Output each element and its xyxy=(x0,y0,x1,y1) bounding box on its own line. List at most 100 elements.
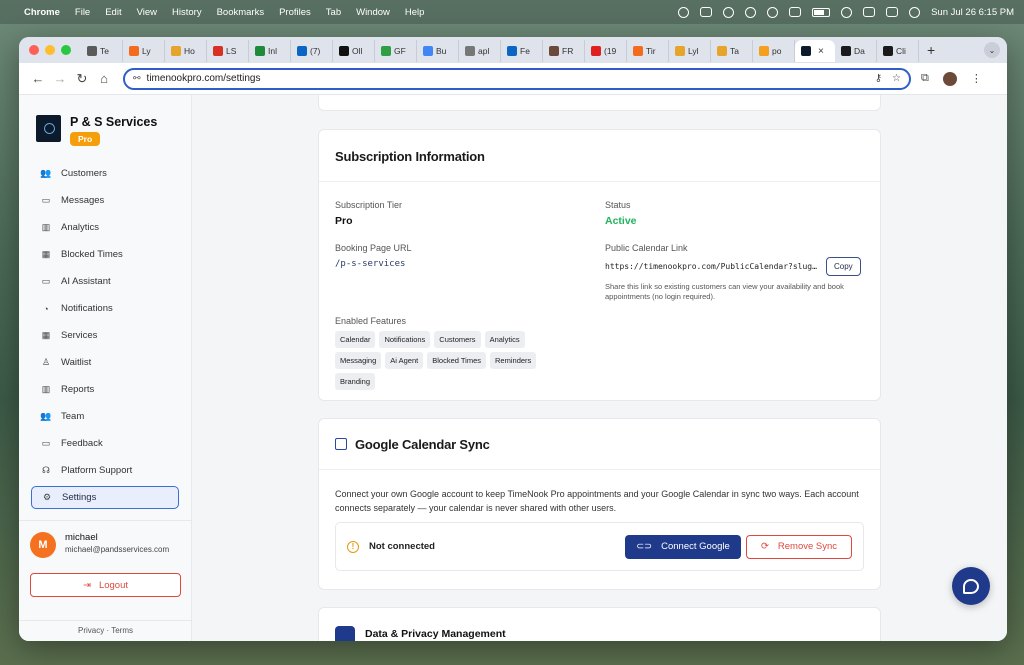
remove-sync-button[interactable]: ⟳ Remove Sync xyxy=(746,534,852,559)
reload-icon[interactable]: ↻ xyxy=(71,71,93,87)
browser-tab[interactable]: apl xyxy=(459,40,501,62)
dropbox-icon[interactable] xyxy=(700,7,713,17)
status-icon[interactable] xyxy=(678,6,690,18)
airplay-icon[interactable] xyxy=(767,6,779,18)
google-calendar-description: Connect your own Google account to keep … xyxy=(335,489,859,513)
tab-label: po xyxy=(772,46,782,56)
browser-tab[interactable]: po xyxy=(753,40,795,62)
browser-tab[interactable]: Fe xyxy=(501,40,543,62)
status-badge: Active xyxy=(605,215,637,227)
browser-tab[interactable]: FR xyxy=(543,40,585,62)
chat-bubble-icon: ▭ xyxy=(41,276,51,286)
sidebar-item-label: Analytics xyxy=(61,222,100,233)
browser-tab[interactable]: Da xyxy=(835,40,877,62)
site-info-icon[interactable]: ⚯ xyxy=(133,73,141,84)
password-key-icon[interactable]: ⚷ xyxy=(875,73,882,84)
sidebar-item-reports[interactable]: ▥ Reports xyxy=(31,376,179,403)
active-browser-tab[interactable]: × xyxy=(795,40,835,62)
home-icon[interactable]: ⌂ xyxy=(93,71,115,86)
sidebar-item-services[interactable]: ▦ Services xyxy=(31,322,179,349)
extensions-icon[interactable]: ⧉ xyxy=(921,72,929,85)
user-plus-icon: ♙ xyxy=(41,357,51,367)
browser-tab[interactable]: GF xyxy=(375,40,417,62)
tab-search-icon[interactable]: ⌄ xyxy=(984,42,1000,58)
browser-tab[interactable]: Cli xyxy=(877,40,919,62)
cloud-icon[interactable] xyxy=(723,6,735,18)
menu-tab[interactable]: Tab xyxy=(326,7,341,18)
close-tab-icon[interactable]: × xyxy=(818,46,824,57)
chat-support-button[interactable] xyxy=(952,567,990,605)
browser-tab[interactable]: Ho xyxy=(165,40,207,62)
battery-icon[interactable] xyxy=(812,7,831,17)
public-calendar-link: Public Calendar Link https://timenookpro… xyxy=(605,243,865,302)
sidebar-item-settings[interactable]: ⚙ Settings xyxy=(31,486,179,509)
browser-menu-icon[interactable]: ⋮ xyxy=(971,72,982,85)
booking-url-value[interactable]: /p-s-services xyxy=(335,259,412,269)
sidebar-item-waitlist[interactable]: ♙ Waitlist xyxy=(31,349,179,376)
bookmark-star-icon[interactable]: ☆ xyxy=(892,73,901,84)
profile-avatar[interactable] xyxy=(942,71,957,86)
sidebar-item-platform-support[interactable]: ☊ Platform Support xyxy=(31,457,179,484)
calendar-link-value[interactable]: https://timenookpro.com/PublicCalendar?s… xyxy=(605,262,821,271)
menu-app-name[interactable]: Chrome xyxy=(24,7,60,18)
enabled-features: Enabled Features Calendar Notifications Cu… xyxy=(335,316,565,390)
forward-icon[interactable]: → xyxy=(49,71,71,86)
tab-favicon-icon xyxy=(213,46,223,56)
back-icon[interactable]: ← xyxy=(27,71,49,86)
sidebar-item-messages[interactable]: ▭ Messages xyxy=(31,187,179,214)
sidebar-item-notifications[interactable]: ◔ Notifications xyxy=(31,295,179,322)
browser-tab[interactable]: (7) xyxy=(291,40,333,62)
browser-tab[interactable]: Oll xyxy=(333,40,375,62)
siri-icon[interactable] xyxy=(909,6,921,18)
control-center-icon[interactable] xyxy=(886,7,899,17)
feature-chip: Ai Agent xyxy=(385,352,424,369)
tab-label: FR xyxy=(562,46,574,56)
logout-icon: ⇥ xyxy=(82,579,91,591)
browser-tab[interactable]: Te xyxy=(81,40,123,62)
sidebar-item-label: AI Assistant xyxy=(61,276,111,287)
tab-favicon-icon xyxy=(717,46,727,56)
copy-button[interactable]: Copy xyxy=(826,257,861,276)
menu-history[interactable]: History xyxy=(172,7,202,18)
url-text[interactable]: timenookpro.com/settings xyxy=(147,73,261,84)
new-tab-button[interactable]: + xyxy=(927,42,935,58)
brand-header: P & S Services Pro xyxy=(19,95,191,160)
address-bar[interactable]: ⚯ timenookpro.com/settings ⚷ ☆ xyxy=(123,67,911,90)
browser-tab[interactable]: Ly xyxy=(123,40,165,62)
minimize-window-button[interactable] xyxy=(45,45,55,55)
sidebar-item-team[interactable]: 👥 Team xyxy=(31,403,179,430)
menu-edit[interactable]: Edit xyxy=(105,7,121,18)
sidebar-item-feedback[interactable]: ▭ Feedback xyxy=(31,430,179,457)
menu-view[interactable]: View xyxy=(137,7,157,18)
close-window-button[interactable] xyxy=(29,45,39,55)
privacy-link[interactable]: Privacy xyxy=(78,626,104,635)
wifi-icon[interactable] xyxy=(841,6,853,18)
browser-tab[interactable]: Ta xyxy=(711,40,753,62)
sidebar-item-customers[interactable]: 👥 Customers xyxy=(31,160,179,187)
menu-help[interactable]: Help xyxy=(405,7,425,18)
sidebar-item-analytics[interactable]: ▥ Analytics xyxy=(31,214,179,241)
sidebar-item-ai-assistant[interactable]: ▭ AI Assistant xyxy=(31,268,179,295)
browser-tab[interactable]: Tir xyxy=(627,40,669,62)
sidebar-item-blocked-times[interactable]: ▦ Blocked Times xyxy=(31,241,179,268)
time-machine-icon[interactable] xyxy=(745,6,757,18)
zoom-window-button[interactable] xyxy=(61,45,71,55)
menu-file[interactable]: File xyxy=(75,7,90,18)
browser-tab[interactable]: (19 xyxy=(585,40,627,62)
logout-button[interactable]: ⇥ Logout xyxy=(30,573,181,597)
menu-bookmarks[interactable]: Bookmarks xyxy=(217,7,265,18)
bluetooth-icon[interactable] xyxy=(789,7,802,17)
menu-datetime[interactable]: Sun Jul 26 6:15 PM xyxy=(931,7,1014,18)
menu-profiles[interactable]: Profiles xyxy=(279,7,311,18)
menu-window[interactable]: Window xyxy=(356,7,390,18)
calendar-icon: ▦ xyxy=(41,330,51,340)
feature-chip: Analytics xyxy=(484,331,525,348)
browser-tab[interactable]: Bu xyxy=(417,40,459,62)
browser-tab[interactable]: Lyl xyxy=(669,40,711,62)
connect-google-button[interactable]: ⊂⊃ Connect Google xyxy=(625,534,741,559)
sidebar-item-label: Customers xyxy=(61,168,107,179)
browser-tab[interactable]: Inl xyxy=(249,40,291,62)
terms-link[interactable]: Terms xyxy=(111,626,133,635)
search-icon[interactable] xyxy=(863,7,876,17)
browser-tab[interactable]: LS xyxy=(207,40,249,62)
